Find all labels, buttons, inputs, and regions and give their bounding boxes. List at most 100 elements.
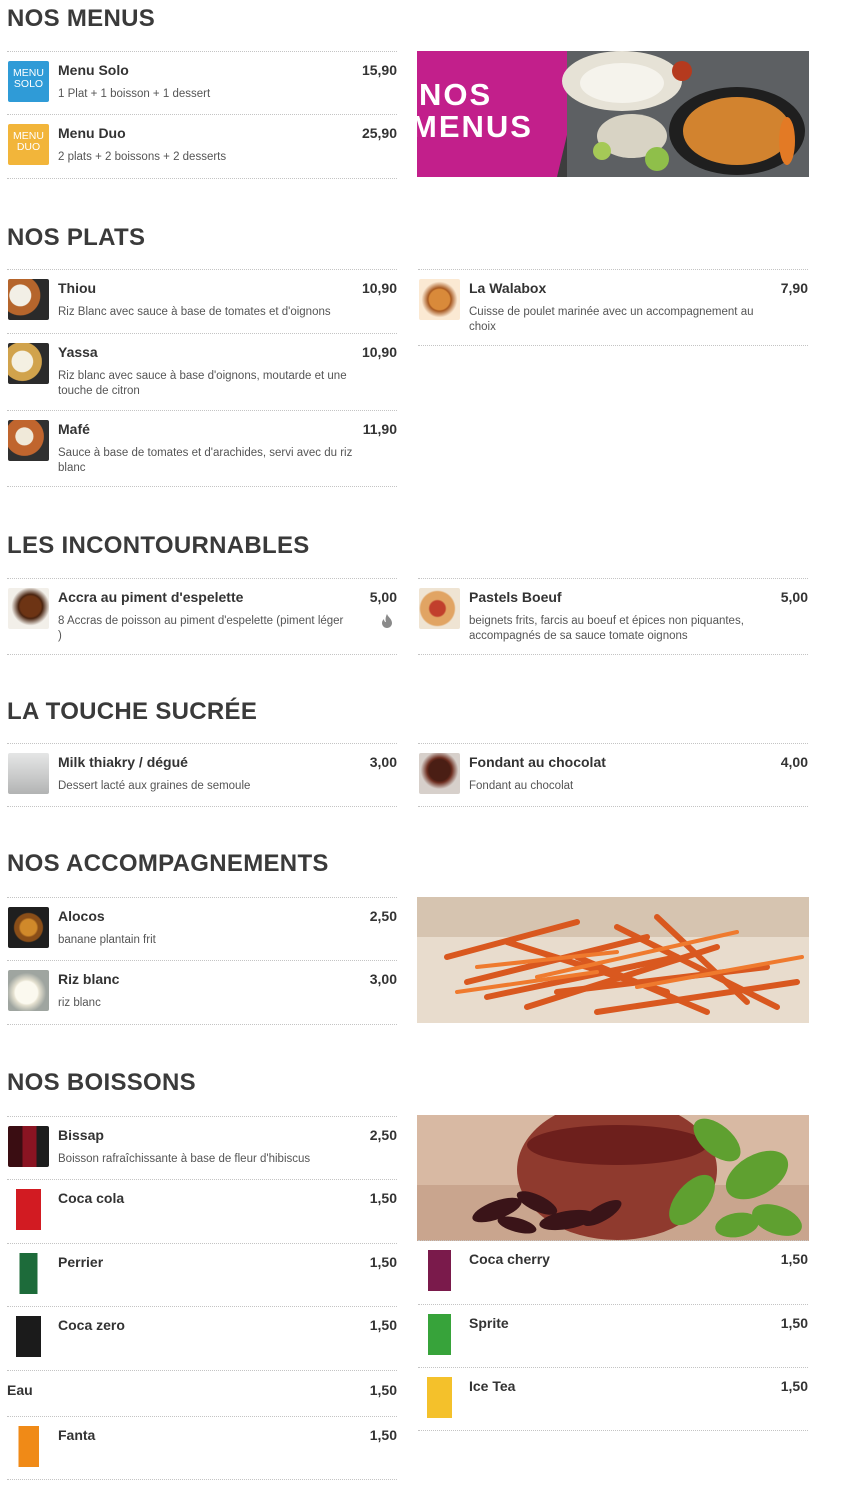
menu-item-alocos[interactable]: Alocos 2,50 banane plantain frit: [7, 897, 397, 960]
item-price: 1,50: [780, 1251, 808, 1267]
menu-item-fanta[interactable]: Fanta 1,50: [7, 1416, 397, 1480]
item-price: 5,00: [369, 589, 397, 605]
accra-thumbnail: [8, 588, 49, 629]
item-name: Sprite: [469, 1315, 509, 1331]
menu-item-riz-blanc[interactable]: Riz blanc 3,00 riz blanc: [7, 960, 397, 1025]
menu-item-solo[interactable]: MENU SOLO Menu Solo 15,90 1 Plat + 1 boi…: [7, 51, 397, 114]
menu-item-pastels[interactable]: Pastels Boeuf 5,00 beignets frits, farci…: [418, 578, 808, 655]
item-price: 3,00: [369, 754, 397, 770]
item-name: Yassa: [58, 344, 98, 360]
fanta-thumbnail: [8, 1426, 49, 1467]
menu-item-ice-tea[interactable]: Ice Tea 1,50: [418, 1367, 808, 1431]
item-name: Thiou: [58, 280, 97, 296]
item-price: 1,50: [369, 1254, 397, 1270]
menu-item-fondant[interactable]: Fondant au chocolat 4,00 Fondant au choc…: [418, 743, 808, 807]
alocos-thumbnail: [8, 907, 49, 948]
walabox-thumbnail: [419, 279, 460, 320]
item-description: riz blanc: [58, 997, 101, 1009]
menu-item-mafe[interactable]: Mafé 11,90 Sauce à base de tomates et d'…: [7, 410, 397, 487]
coca-zero-thumbnail: [8, 1316, 49, 1357]
boissons-banner-image: [417, 1115, 809, 1241]
menu-item-walabox[interactable]: La Walabox 7,90 Cuisse de poulet marinée…: [418, 269, 808, 346]
item-price: 10,90: [361, 280, 397, 296]
pastels-thumbnail: [419, 588, 460, 629]
menu-item-accra[interactable]: Accra au piment d'espelette 5,00 8 Accra…: [7, 578, 397, 655]
menu-item-thiou[interactable]: Thiou 10,90 Riz Blanc avec sauce à base …: [7, 269, 397, 333]
coca-cola-thumbnail: [8, 1189, 49, 1230]
item-name: Fondant au chocolat: [469, 754, 606, 770]
menu-item-coca-cola[interactable]: Coca cola 1,50: [7, 1179, 397, 1243]
item-name: La Walabox: [469, 280, 547, 296]
item-name: Coca cola: [58, 1190, 125, 1206]
menu-item-sprite[interactable]: Sprite 1,50: [418, 1304, 808, 1367]
menu-solo-thumbnail: MENU SOLO: [8, 61, 49, 102]
item-description: Dessert lacté aux graines de semoule: [58, 780, 251, 792]
coca-cherry-thumbnail: [419, 1250, 460, 1291]
item-price: 1,50: [369, 1317, 397, 1333]
thumb-label: SOLO: [13, 78, 44, 90]
item-price: 2,50: [369, 1127, 397, 1143]
accompagnements-banner-image: [417, 897, 809, 1023]
item-price: 7,90: [780, 280, 808, 296]
thumb-label: DUO: [16, 141, 41, 153]
item-price: 25,90: [361, 125, 397, 141]
item-description: 1 Plat + 1 boisson + 1 dessert: [58, 88, 211, 100]
item-price: 1,50: [780, 1315, 808, 1331]
item-name: Pastels Boeuf: [469, 589, 562, 605]
item-description: 8 Accras de poisson au piment d'espelett…: [58, 615, 344, 642]
item-name: Alocos: [58, 908, 105, 924]
riz-blanc-thumbnail: [8, 970, 49, 1011]
menu-item-bissap[interactable]: Bissap 2,50 Boisson rafraîchissante à ba…: [7, 1116, 397, 1179]
item-description: banane plantain frit: [58, 934, 156, 946]
item-price: 1,50: [369, 1382, 397, 1398]
item-name: Menu Solo: [58, 62, 129, 78]
item-name: Ice Tea: [469, 1378, 516, 1394]
item-name: Mafé: [58, 421, 90, 437]
menu-item-coca-cherry[interactable]: Coca cherry 1,50: [418, 1240, 808, 1304]
menu-item-eau[interactable]: Eau 1,50: [7, 1370, 397, 1416]
sprite-thumbnail: [419, 1314, 460, 1355]
menu-item-milk-thiakry[interactable]: Milk thiakry / dégué 3,00 Dessert lacté …: [7, 743, 397, 807]
item-description: Riz Blanc avec sauce à base de tomates e…: [58, 306, 331, 318]
milk-thiakry-thumbnail: [8, 753, 49, 794]
item-name: Coca zero: [58, 1317, 125, 1333]
fondant-thumbnail: [419, 753, 460, 794]
item-price: 2,50: [369, 908, 397, 924]
section-title-menus: NOS MENUS: [7, 5, 156, 32]
banner-text-nos: NOS: [419, 77, 492, 112]
section-title-sucree: LA TOUCHE SUCRÉE: [7, 698, 258, 725]
menu-page: NOS MENUS MENU SOLO Menu Solo 15,90 1 Pl…: [0, 0, 849, 1500]
item-name: Fanta: [58, 1427, 96, 1443]
item-description: Boisson rafraîchissante à base de fleur …: [58, 1153, 311, 1165]
bissap-thumbnail: [8, 1126, 49, 1167]
section-title-boissons: NOS BOISSONS: [7, 1069, 196, 1096]
item-name: Coca cherry: [469, 1251, 550, 1267]
item-description: Riz blanc avec sauce à base d'oignons, m…: [58, 370, 347, 397]
item-name: Menu Duo: [58, 125, 126, 141]
menu-item-yassa[interactable]: Yassa 10,90 Riz blanc avec sauce à base …: [7, 333, 397, 410]
menu-item-perrier[interactable]: Perrier 1,50: [7, 1243, 397, 1306]
item-price: 5,00: [780, 589, 808, 605]
item-description: Sauce à base de tomates et d'arachides, …: [58, 447, 353, 474]
item-price: 1,50: [369, 1427, 397, 1443]
item-price: 11,90: [362, 421, 397, 437]
flame-icon: [382, 614, 392, 628]
item-name: Riz blanc: [58, 971, 120, 987]
item-price: 10,90: [361, 344, 397, 360]
section-title-incontournables: LES INCONTOURNABLES: [7, 532, 310, 559]
item-price: 3,00: [369, 971, 397, 987]
section-title-accompagnements: NOS ACCOMPAGNEMENTS: [7, 850, 329, 877]
item-price: 15,90: [361, 62, 397, 78]
menu-item-coca-zero[interactable]: Coca zero 1,50: [7, 1306, 397, 1370]
item-price: 1,50: [369, 1190, 397, 1206]
item-name: Accra au piment d'espelette: [58, 589, 244, 605]
thiou-thumbnail: [8, 279, 49, 320]
menu-item-duo[interactable]: MENU DUO Menu Duo 25,90 2 plats + 2 bois…: [7, 114, 397, 179]
item-name: Perrier: [58, 1254, 104, 1270]
item-name: Bissap: [58, 1127, 104, 1143]
menus-banner-image: NOS MENUS: [417, 51, 809, 177]
mafe-thumbnail: [8, 420, 49, 461]
banner-text-menus: MENUS: [417, 109, 533, 144]
yassa-thumbnail: [8, 343, 49, 384]
item-price: 4,00: [780, 754, 808, 770]
